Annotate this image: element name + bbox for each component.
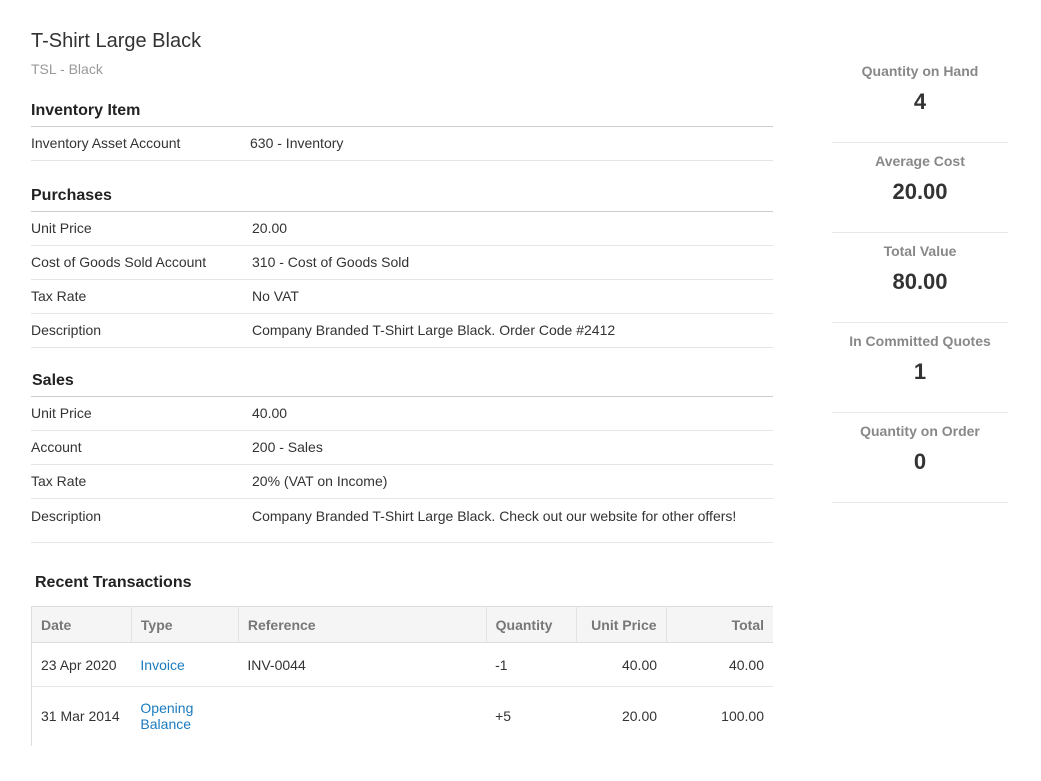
type-line: Opening: [140, 700, 194, 717]
detail-label: Description: [31, 508, 102, 524]
detail-row: Unit Price 40.00: [31, 397, 773, 431]
recent-transactions-heading: Recent Transactions: [35, 574, 192, 591]
stat-label: Quantity on Hand: [861, 63, 979, 79]
stat-label: Total Value: [883, 243, 957, 259]
stat-value: 1: [913, 359, 927, 384]
detail-row: Description Company Branded T-Shirt Larg…: [31, 499, 773, 543]
detail-label: Inventory Asset Account: [31, 135, 181, 151]
column-header-total[interactable]: Total: [666, 606, 773, 643]
stat-value: 4: [913, 89, 927, 114]
table-header-row: Date Type Reference Quantity Unit Price …: [31, 606, 773, 643]
transaction-reference: [238, 687, 486, 746]
item-code: TSL - Black: [31, 61, 103, 77]
detail-value: Company Branded T-Shirt Large Black. Ord…: [252, 322, 616, 338]
item-title: T-Shirt Large Black: [31, 30, 202, 52]
column-header-date[interactable]: Date: [31, 606, 132, 643]
column-header-quantity[interactable]: Quantity: [486, 606, 577, 643]
type-line: Balance: [140, 716, 192, 733]
inventory-section: Inventory Item Inventory Asset Account 6…: [31, 99, 773, 161]
transaction-reference: INV-0044: [238, 642, 487, 687]
column-header-type[interactable]: Type: [131, 606, 239, 643]
detail-row: Account 200 - Sales: [31, 431, 773, 465]
detail-value: 310 - Cost of Goods Sold: [252, 254, 410, 270]
table-row[interactable]: 31 Mar 2014 Opening Balance +5 20.00 100.…: [32, 687, 774, 746]
detail-value: 20.00: [252, 220, 288, 236]
detail-value: 630 - Inventory: [250, 135, 344, 151]
purchases-heading: Purchases: [31, 184, 773, 212]
detail-value: 40.00: [252, 405, 288, 421]
column-header-reference[interactable]: Reference: [238, 606, 487, 643]
detail-label: Tax Rate: [31, 473, 87, 489]
transaction-quantity: -1: [486, 642, 577, 687]
detail-row: Inventory Asset Account 630 - Inventory: [31, 127, 773, 161]
sales-heading: Sales: [31, 369, 773, 397]
transaction-quantity: +5: [495, 708, 512, 725]
detail-label: Cost of Goods Sold Account: [31, 254, 207, 270]
detail-row: Cost of Goods Sold Account 310 - Cost of…: [31, 246, 773, 280]
stat-committed-quotes: In Committed Quotes 1: [832, 323, 1008, 413]
inventory-heading: Inventory Item: [31, 99, 773, 127]
table-row[interactable]: 23 Apr 2020 Invoice INV-0044 -1 40.00 40…: [31, 642, 773, 687]
detail-row: Tax Rate 20% (VAT on Income): [31, 465, 773, 499]
transaction-type-link[interactable]: Opening Balance: [140, 700, 193, 732]
transaction-unit-price: 20.00: [621, 708, 658, 725]
detail-label: Tax Rate: [31, 288, 87, 304]
detail-value: 200 - Sales: [252, 439, 323, 455]
transaction-total: 40.00: [666, 642, 773, 687]
stat-value: 0: [913, 449, 927, 474]
detail-row: Tax Rate No VAT: [31, 280, 773, 314]
transaction-total: 100.00: [721, 708, 764, 725]
stat-quantity-on-hand: Quantity on Hand 4: [832, 53, 1008, 143]
purchases-section: Purchases Unit Price 20.00 Cost of Goods…: [31, 184, 773, 348]
detail-label: Account: [31, 439, 82, 455]
detail-label: Description: [31, 322, 102, 338]
detail-label: Unit Price: [31, 220, 92, 236]
stat-total-value: Total Value 80.00: [832, 233, 1008, 323]
stat-label: In Committed Quotes: [849, 333, 991, 349]
stat-value: 20.00: [892, 179, 948, 204]
stat-label: Average Cost: [875, 153, 965, 169]
stats-panel: Quantity on Hand 4 Average Cost 20.00 To…: [832, 53, 1008, 503]
stat-average-cost: Average Cost 20.00: [832, 143, 1008, 233]
detail-value: No VAT: [252, 288, 299, 304]
detail-label: Unit Price: [31, 405, 92, 421]
detail-row: Unit Price 20.00: [31, 212, 773, 246]
detail-value: Company Branded T-Shirt Large Black. Che…: [252, 508, 737, 524]
stat-quantity-on-order: Quantity on Order 0: [832, 413, 1008, 503]
sales-section: Sales Unit Price 40.00 Account 200 - Sal…: [31, 369, 773, 543]
transaction-date: 31 Mar 2014: [41, 708, 120, 725]
transactions-table: Date Type Reference Quantity Unit Price …: [31, 606, 773, 746]
detail-value: 20% (VAT on Income): [252, 473, 388, 489]
transaction-date: 23 Apr 2020: [31, 642, 132, 687]
transaction-type-link[interactable]: Invoice: [140, 657, 184, 673]
stat-label: Quantity on Order: [860, 423, 980, 439]
stat-value: 80.00: [892, 269, 948, 294]
detail-row: Description Company Branded T-Shirt Larg…: [31, 314, 773, 348]
column-header-unit-price[interactable]: Unit Price: [576, 606, 667, 643]
transaction-unit-price: 40.00: [576, 642, 667, 687]
